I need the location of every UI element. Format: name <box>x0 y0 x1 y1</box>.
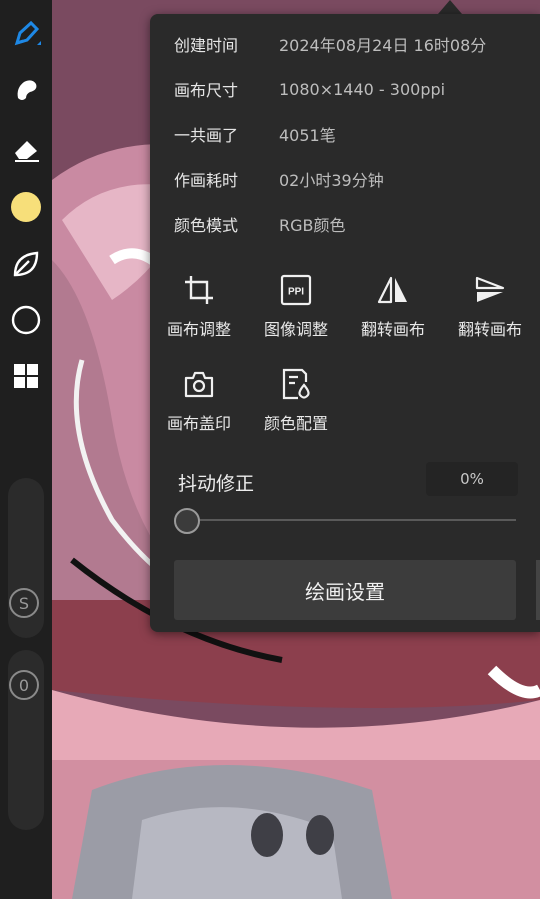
info-label: 画布尺寸 <box>174 81 239 100</box>
stabilizer-label: 抖动修正 <box>178 473 255 495</box>
flip-canvas-horizontal-button[interactable]: 翻转画布 <box>348 268 438 348</box>
brush-icon[interactable] <box>6 14 46 54</box>
image-adjust-button[interactable]: PPI 图像调整 <box>251 268 341 348</box>
action-label: 翻转画布 <box>360 320 425 339</box>
ppi-icon-text: PPI <box>288 287 304 298</box>
panel-caret <box>438 0 462 14</box>
info-row-canvas-size: 画布尺寸 1080×1440 - 300ppi <box>174 77 445 101</box>
flip-horizontal-icon <box>348 268 438 312</box>
leaf-icon[interactable] <box>6 244 46 284</box>
action-label: 颜色配置 <box>263 414 328 433</box>
smudge-icon[interactable] <box>6 70 46 110</box>
info-label: 作画耗时 <box>174 171 239 190</box>
info-row-created: 创建时间 2024年08月24日 16时08分 <box>174 32 486 56</box>
edge-handle[interactable] <box>536 560 540 620</box>
brush-size-knob[interactable]: S <box>9 588 39 618</box>
stabilizer-slider-thumb[interactable] <box>174 508 200 534</box>
left-toolbar: S 0 <box>0 0 52 899</box>
action-label: 画布盖印 <box>166 414 231 433</box>
info-row-strokes: 一共画了 4051笔 <box>174 122 336 146</box>
eraser-icon[interactable] <box>6 130 46 170</box>
info-label: 创建时间 <box>174 36 239 55</box>
circle-icon[interactable] <box>6 300 46 340</box>
camera-icon <box>154 362 244 406</box>
info-row-color-mode: 颜色模式 RGB颜色 <box>174 212 346 236</box>
action-label: 图像调整 <box>263 320 328 339</box>
crop-icon <box>154 268 244 312</box>
action-label: 画布调整 <box>166 320 231 339</box>
canvas-info-panel: 创建时间 2024年08月24日 16时08分 画布尺寸 1080×1440 -… <box>150 14 540 632</box>
info-value: 1080×1440 - 300ppi <box>279 79 446 99</box>
color-swatch[interactable] <box>6 187 46 227</box>
info-value: 02小时39分钟 <box>279 171 384 190</box>
stabilizer-value-field[interactable]: 0% <box>426 462 518 496</box>
info-row-time-spent: 作画耗时 02小时39分钟 <box>174 167 384 191</box>
canvas-adjust-button[interactable]: 画布调整 <box>154 268 244 348</box>
ppi-icon: PPI <box>251 268 341 312</box>
action-label: 翻转画布 <box>457 320 522 339</box>
painting-settings-button[interactable]: 绘画设置 <box>174 560 516 620</box>
color-profile-button[interactable]: 颜色配置 <box>251 362 341 442</box>
stabilizer-slider-track[interactable] <box>186 519 516 521</box>
color-profile-icon <box>251 362 341 406</box>
info-value: 4051笔 <box>279 126 336 145</box>
canvas-stamp-button[interactable]: 画布盖印 <box>154 362 244 442</box>
info-label: 颜色模式 <box>174 216 239 235</box>
opacity-knob[interactable]: 0 <box>9 670 39 700</box>
info-value: RGB颜色 <box>279 216 346 235</box>
info-value: 2024年08月24日 16时08分 <box>279 36 487 55</box>
info-label: 一共画了 <box>174 126 239 145</box>
flip-canvas-vertical-button[interactable]: 翻转画布 <box>445 268 535 348</box>
flip-vertical-icon <box>445 268 535 312</box>
layers-grid-icon[interactable] <box>6 356 46 396</box>
